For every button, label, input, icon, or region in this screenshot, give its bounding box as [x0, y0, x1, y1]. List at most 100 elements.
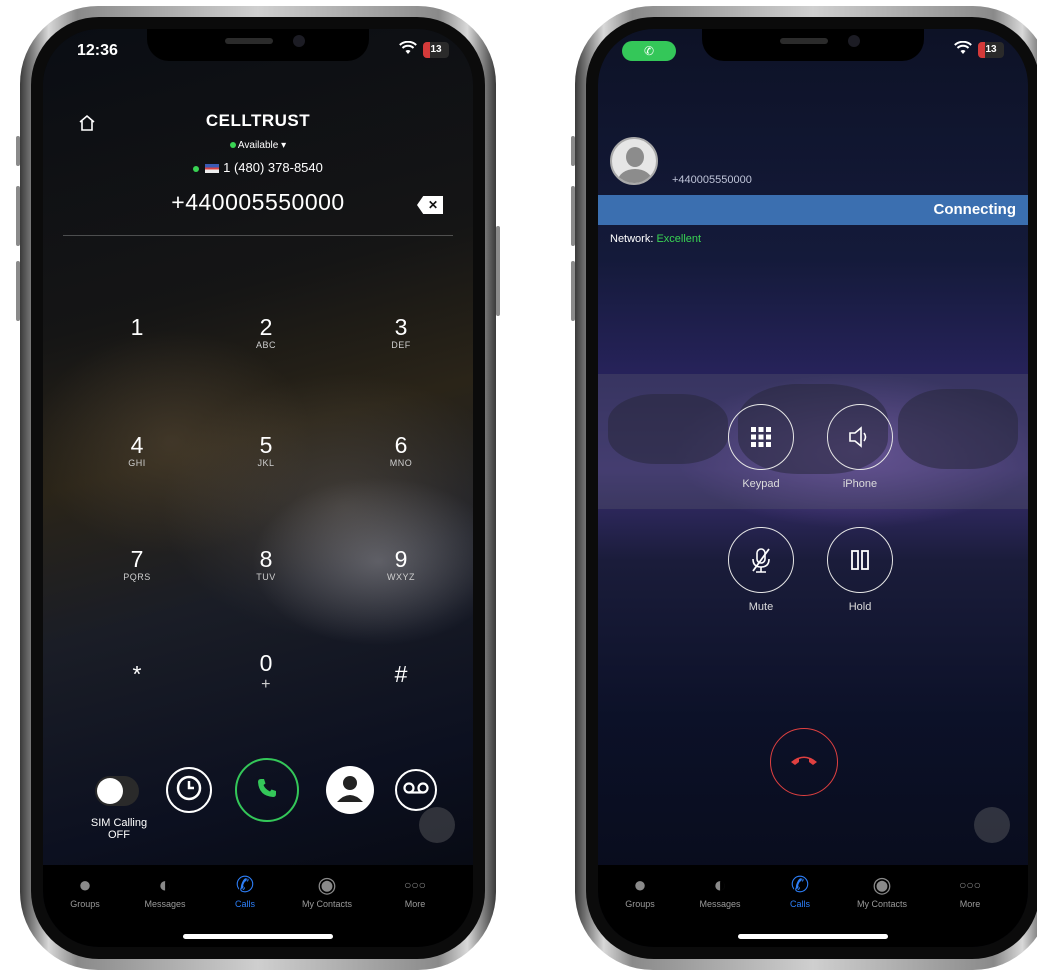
- status-time: 12:36: [77, 42, 118, 59]
- key-8[interactable]: 8 TUV: [226, 546, 306, 582]
- tab-more[interactable]: ○○○ More: [930, 871, 1010, 909]
- volume-up-button: [16, 186, 20, 246]
- key-9[interactable]: 9 WXYZ: [361, 546, 441, 582]
- mute-switch: [16, 136, 20, 166]
- sim-calling-state: OFF: [108, 829, 130, 841]
- recents-button[interactable]: [166, 767, 212, 813]
- status-bar: 12:36 13: [43, 40, 473, 63]
- my-number-text: 1 (480) 378-8540: [223, 160, 323, 175]
- key-digit: 8: [259, 546, 273, 572]
- phone-icon: ✆: [790, 872, 810, 897]
- tab-bar: ● Groups ◐ Messages ✆ Calls ◉ My Contacts ○○…: [43, 865, 473, 947]
- connection-status: Connecting: [933, 201, 1017, 218]
- more-icon: ○○○: [404, 878, 426, 892]
- key-7[interactable]: 7 PQRS: [97, 546, 177, 582]
- tab-label: Messages: [699, 899, 741, 909]
- battery-icon: 13: [978, 42, 1004, 58]
- key-digit: 0: [259, 650, 273, 676]
- status-bar: ✆ 13: [598, 40, 1028, 63]
- end-call-icon: [789, 753, 819, 772]
- key-0[interactable]: 0 +: [226, 650, 306, 694]
- key-letters: MNO: [389, 458, 413, 468]
- battery-level: 13: [985, 44, 997, 55]
- key-digit: 5: [259, 432, 273, 458]
- key-digit: 7: [130, 546, 144, 572]
- left-phone: 12:36 13 CELLTRUST Available ▾ 1 (480) 3…: [16, 6, 500, 970]
- tab-messages[interactable]: ◐ Messages: [125, 871, 205, 909]
- volume-down-button: [16, 261, 20, 321]
- availability-status[interactable]: Available ▾: [43, 140, 473, 151]
- key-5[interactable]: 5 JKL: [226, 432, 306, 468]
- network-quality: Excellent: [656, 233, 702, 245]
- sim-calling-label: SIM Calling OFF: [79, 817, 159, 841]
- tab-label: Groups: [625, 899, 655, 909]
- right-phone: ✆ 13 +440005550000 Connecting Network: E…: [571, 6, 1037, 970]
- mic-off-icon: [728, 527, 794, 593]
- active-call-pill[interactable]: ✆: [622, 41, 676, 61]
- bezel: ✆ 13 +440005550000 Connecting Network: E…: [586, 17, 1037, 959]
- celltrust-logo: CELLTRUST: [205, 111, 311, 130]
- connection-status-bar: Connecting: [598, 195, 1028, 225]
- contact-icon: ◉: [872, 872, 892, 897]
- tab-bar: ● Groups ◐ Messages ✆ Calls ◉ My Contacts ○○…: [598, 865, 1028, 947]
- tab-label: Messages: [144, 899, 186, 909]
- tab-groups[interactable]: ● Groups: [45, 871, 125, 909]
- key-digit: #: [394, 661, 408, 687]
- toggle-knob: [97, 778, 123, 804]
- power-button: [496, 226, 500, 316]
- us-flag-icon: [205, 164, 220, 174]
- assistive-touch[interactable]: [419, 807, 455, 843]
- home-indicator: [738, 934, 888, 939]
- key-2[interactable]: 2 ABC: [226, 314, 306, 350]
- tab-my-contacts[interactable]: ◉ My Contacts: [287, 871, 367, 909]
- tab-label: Groups: [70, 899, 100, 909]
- keypad-button[interactable]: Keypad: [721, 404, 801, 490]
- key-letters: TUV: [256, 572, 276, 582]
- key-digit: *: [132, 661, 142, 687]
- key-letters: GHI: [128, 458, 146, 468]
- wifi-icon: [954, 40, 972, 60]
- tab-label: Calls: [789, 899, 810, 909]
- voicemail-button[interactable]: [395, 769, 437, 811]
- end-call-button[interactable]: [770, 728, 838, 796]
- sim-calling-text: SIM Calling: [90, 817, 148, 829]
- key-digit: 2: [259, 314, 273, 340]
- key-1[interactable]: 1: [97, 314, 177, 340]
- volume-down-button: [571, 261, 575, 321]
- contact-icon: ◉: [317, 872, 337, 897]
- contacts-button[interactable]: [326, 766, 374, 814]
- tab-messages[interactable]: ◐ Messages: [680, 871, 760, 909]
- my-number: 1 (480) 378-8540: [43, 160, 473, 175]
- assistive-touch[interactable]: [974, 807, 1010, 843]
- network-label: Network:: [610, 233, 654, 245]
- key-4[interactable]: 4 GHI: [97, 432, 177, 468]
- voicemail-icon: [403, 781, 429, 800]
- volume-up-button: [571, 186, 575, 246]
- call-button[interactable]: [235, 758, 299, 822]
- key-star[interactable]: *: [97, 661, 177, 687]
- audio-route-button[interactable]: iPhone: [820, 404, 900, 490]
- mute-button[interactable]: Mute: [721, 527, 801, 613]
- dialed-number[interactable]: +440005550000: [83, 189, 433, 216]
- tab-calls[interactable]: ✆ Calls: [205, 871, 285, 909]
- caller-number: +440005550000: [672, 174, 752, 186]
- key-digit: 4: [130, 432, 144, 458]
- hold-button[interactable]: Hold: [820, 527, 900, 613]
- contact-icon: [330, 768, 370, 813]
- sim-calling-toggle[interactable]: [95, 776, 139, 806]
- key-3[interactable]: 3 DEF: [361, 314, 441, 350]
- mute-switch: [571, 136, 575, 166]
- key-digit: 1: [130, 314, 144, 340]
- speaker-icon: [827, 404, 893, 470]
- key-6[interactable]: 6 MNO: [361, 432, 441, 468]
- tab-calls[interactable]: ✆ Calls: [760, 871, 840, 909]
- keypad-icon: [728, 404, 794, 470]
- tab-more[interactable]: ○○○ More: [375, 871, 455, 909]
- key-letters: ABC: [255, 340, 276, 350]
- key-letters: DEF: [391, 340, 411, 350]
- key-hash[interactable]: #: [361, 661, 441, 687]
- tab-groups[interactable]: ● Groups: [600, 871, 680, 909]
- key-digit: 6: [394, 432, 408, 458]
- tab-label: My Contacts: [856, 899, 907, 909]
- tab-my-contacts[interactable]: ◉ My Contacts: [842, 871, 922, 909]
